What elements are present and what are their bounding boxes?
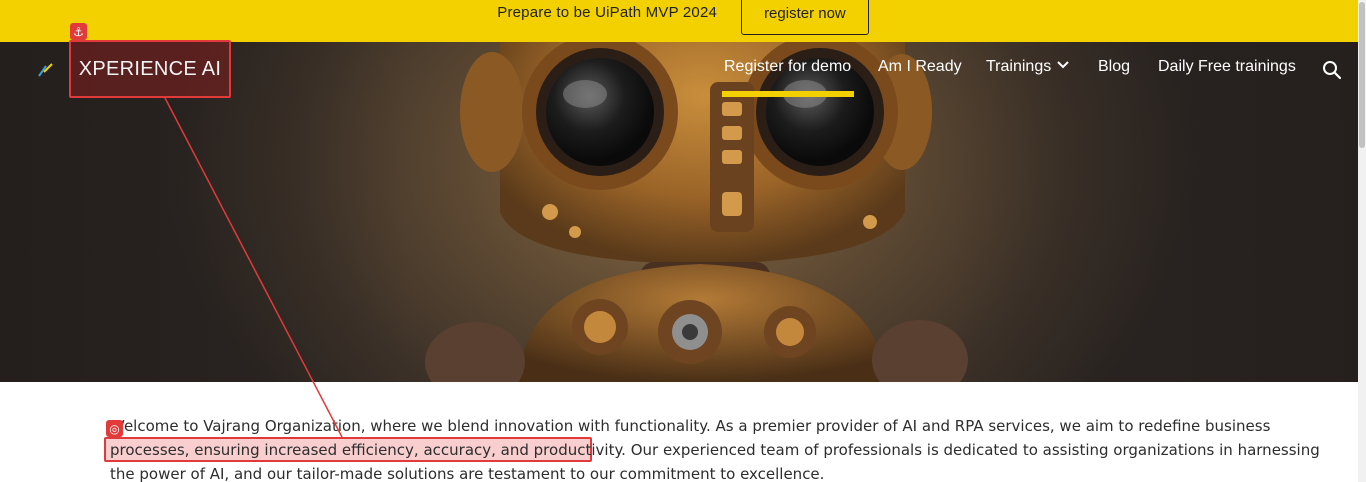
- target-icon: ◎: [106, 420, 123, 437]
- nav-item-blog[interactable]: Blog: [1098, 58, 1130, 76]
- nav-item-trainings[interactable]: Trainings: [986, 58, 1069, 76]
- nav-item-am-i-ready[interactable]: Am I Ready: [878, 58, 962, 76]
- intro-line-2: processes, ensuring increased efficiency…: [110, 438, 1320, 462]
- anchor-icon: ⚓: [70, 23, 87, 40]
- search-icon[interactable]: [1322, 60, 1342, 80]
- intro-line-3: the power of AI, and our tailor-made sol…: [110, 465, 825, 482]
- nav-item-trainings-label: Trainings: [986, 58, 1052, 75]
- register-now-button[interactable]: register now: [741, 0, 869, 35]
- nav-item-daily-free-trainings[interactable]: Daily Free trainings: [1158, 58, 1296, 76]
- main-nav: Register for demo Am I Ready Trainings B…: [0, 58, 1366, 82]
- nav-item-register-for-demo[interactable]: Register for demo: [724, 58, 851, 76]
- active-nav-underline: [722, 91, 854, 97]
- intro-paragraph: Welcome to Vajrang Organization, where w…: [110, 414, 1320, 482]
- intro-line-2-rest: Our experienced team of professionals is…: [625, 441, 1320, 459]
- intro-highlighted-text: processes, ensuring increased efficiency…: [110, 441, 626, 459]
- scrollbar-thumb[interactable]: [1359, 2, 1365, 148]
- chevron-down-icon: [1057, 61, 1069, 69]
- announcement-text: Prepare to be UiPath MVP 2024: [497, 3, 718, 21]
- announcement-bar: Prepare to be UiPath MVP 2024 register n…: [0, 0, 1366, 42]
- intro-line-1: Welcome to Vajrang Organization, where w…: [110, 417, 1271, 435]
